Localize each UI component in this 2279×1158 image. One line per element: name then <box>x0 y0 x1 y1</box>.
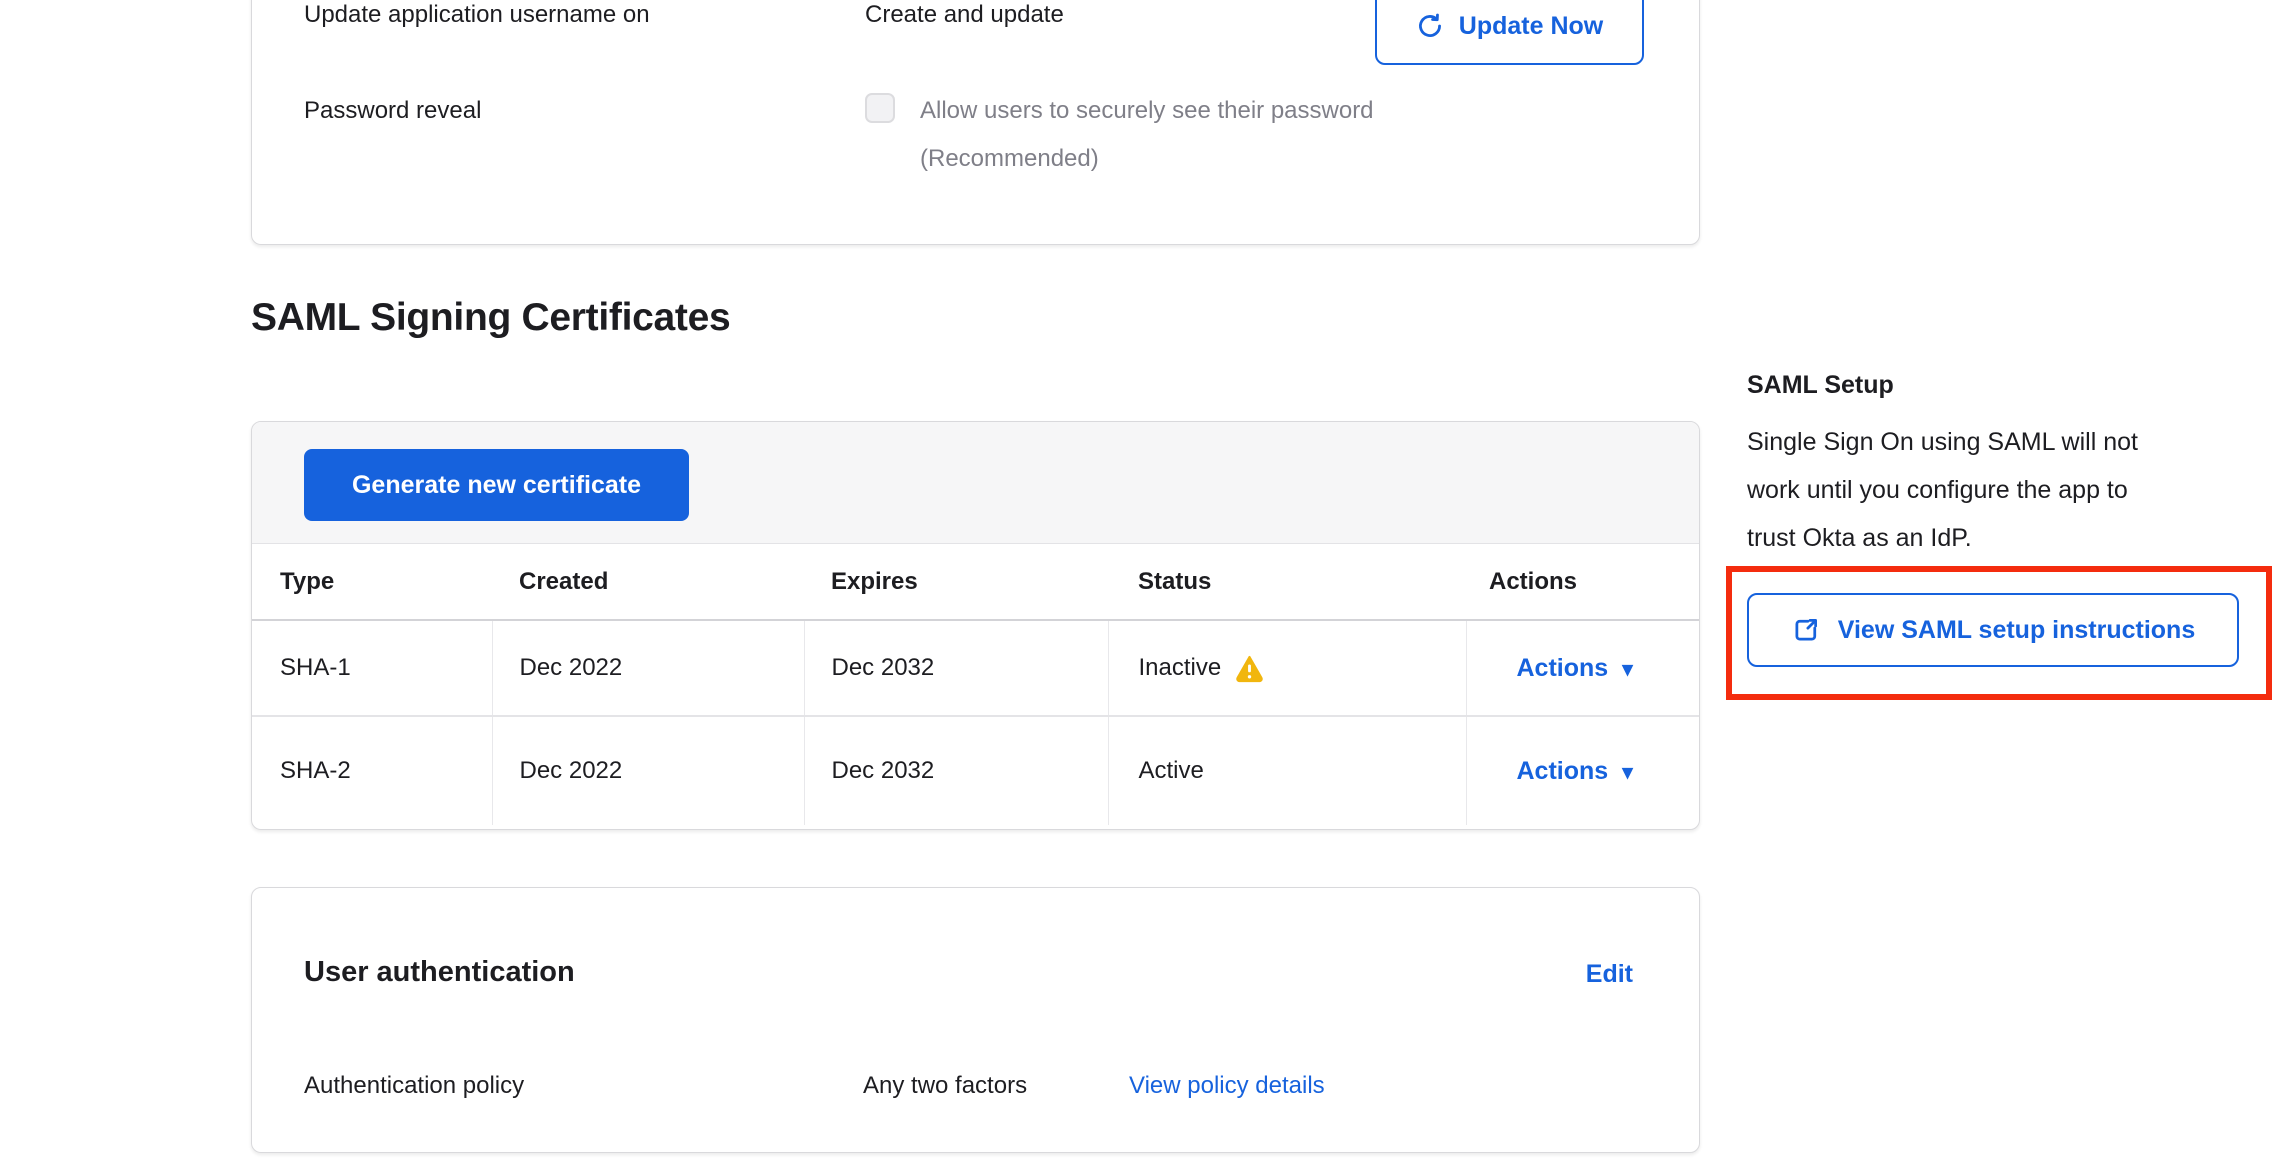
view-saml-setup-instructions-button[interactable]: View SAML setup instructions <box>1747 593 2239 667</box>
update-now-button[interactable]: Update Now <box>1375 0 1644 65</box>
password-reveal-checkbox[interactable] <box>865 93 895 123</box>
certificates-toolbar: Generate new certificate <box>252 422 1699 544</box>
update-now-label: Update Now <box>1459 12 1603 41</box>
cert-expires-cell: Dec 2032 <box>804 716 1108 825</box>
authentication-policy-label: Authentication policy <box>304 1072 524 1100</box>
table-row: SHA-2 Dec 2022 Dec 2032 Active Actions ▾ <box>252 716 1699 825</box>
column-header-created: Created <box>492 545 804 620</box>
username-update-label: Update application username on <box>304 1 650 29</box>
generate-certificate-button[interactable]: Generate new certificate <box>304 449 689 521</box>
app-settings-card: Update application username on Create an… <box>251 0 1700 245</box>
view-policy-details-link[interactable]: View policy details <box>1129 1072 1325 1100</box>
okta-app-settings-page: Update application username on Create an… <box>0 0 2279 1158</box>
saml-setup-description-line: Single Sign On using SAML will not <box>1747 418 2138 466</box>
authentication-policy-value: Any two factors <box>863 1072 1027 1100</box>
actions-label: Actions <box>1517 757 1609 786</box>
cert-actions-cell: Actions ▾ <box>1466 620 1699 716</box>
saml-setup-description: Single Sign On using SAML will not work … <box>1747 418 2138 562</box>
saml-setup-description-line: trust Okta as an IdP. <box>1747 514 2138 562</box>
caret-down-icon: ▾ <box>1622 659 1633 680</box>
password-reveal-description-note: (Recommended) <box>920 145 1099 173</box>
external-link-icon <box>1791 615 1821 645</box>
column-header-status: Status <box>1108 545 1466 620</box>
cert-status-cell: Inactive <box>1108 620 1466 716</box>
warning-icon <box>1234 653 1265 683</box>
caret-down-icon: ▾ <box>1622 762 1633 783</box>
cert-expires-cell: Dec 2032 <box>804 620 1108 716</box>
saml-setup-description-line: work until you configure the app to <box>1747 466 2138 514</box>
status-text: Inactive <box>1139 654 1222 682</box>
status-text: Active <box>1139 757 1204 785</box>
user-authentication-title: User authentication <box>304 956 575 989</box>
certificates-table: Type Created Expires Status Actions SHA-… <box>252 545 1699 825</box>
signing-certificates-panel: Generate new certificate Type Created Ex… <box>251 421 1700 830</box>
edit-link[interactable]: Edit <box>1586 960 1633 989</box>
cert-actions-cell: Actions ▾ <box>1466 716 1699 825</box>
password-reveal-label: Password reveal <box>304 97 481 125</box>
saml-setup-heading: SAML Setup <box>1747 371 1894 400</box>
actions-dropdown[interactable]: Actions ▾ <box>1517 654 1633 683</box>
table-header-row: Type Created Expires Status Actions <box>252 545 1699 620</box>
refresh-icon <box>1416 12 1444 40</box>
actions-dropdown[interactable]: Actions ▾ <box>1517 757 1633 786</box>
table-row: SHA-1 Dec 2022 Dec 2032 Inactive <box>252 620 1699 716</box>
cert-type-cell: SHA-2 <box>252 716 492 825</box>
password-reveal-description: Allow users to securely see their passwo… <box>920 97 1374 125</box>
view-saml-setup-label: View SAML setup instructions <box>1838 616 2195 645</box>
column-header-expires: Expires <box>804 545 1108 620</box>
column-header-actions: Actions <box>1466 545 1699 620</box>
cert-type-cell: SHA-1 <box>252 620 492 716</box>
cert-status-cell: Active <box>1108 716 1466 825</box>
cert-created-cell: Dec 2022 <box>492 716 804 825</box>
column-header-type: Type <box>252 545 492 620</box>
actions-label: Actions <box>1517 654 1609 683</box>
page-title: SAML Signing Certificates <box>251 296 730 340</box>
user-authentication-card: User authentication Edit Authentication … <box>251 887 1700 1153</box>
cert-created-cell: Dec 2022 <box>492 620 804 716</box>
username-update-value: Create and update <box>865 1 1064 29</box>
